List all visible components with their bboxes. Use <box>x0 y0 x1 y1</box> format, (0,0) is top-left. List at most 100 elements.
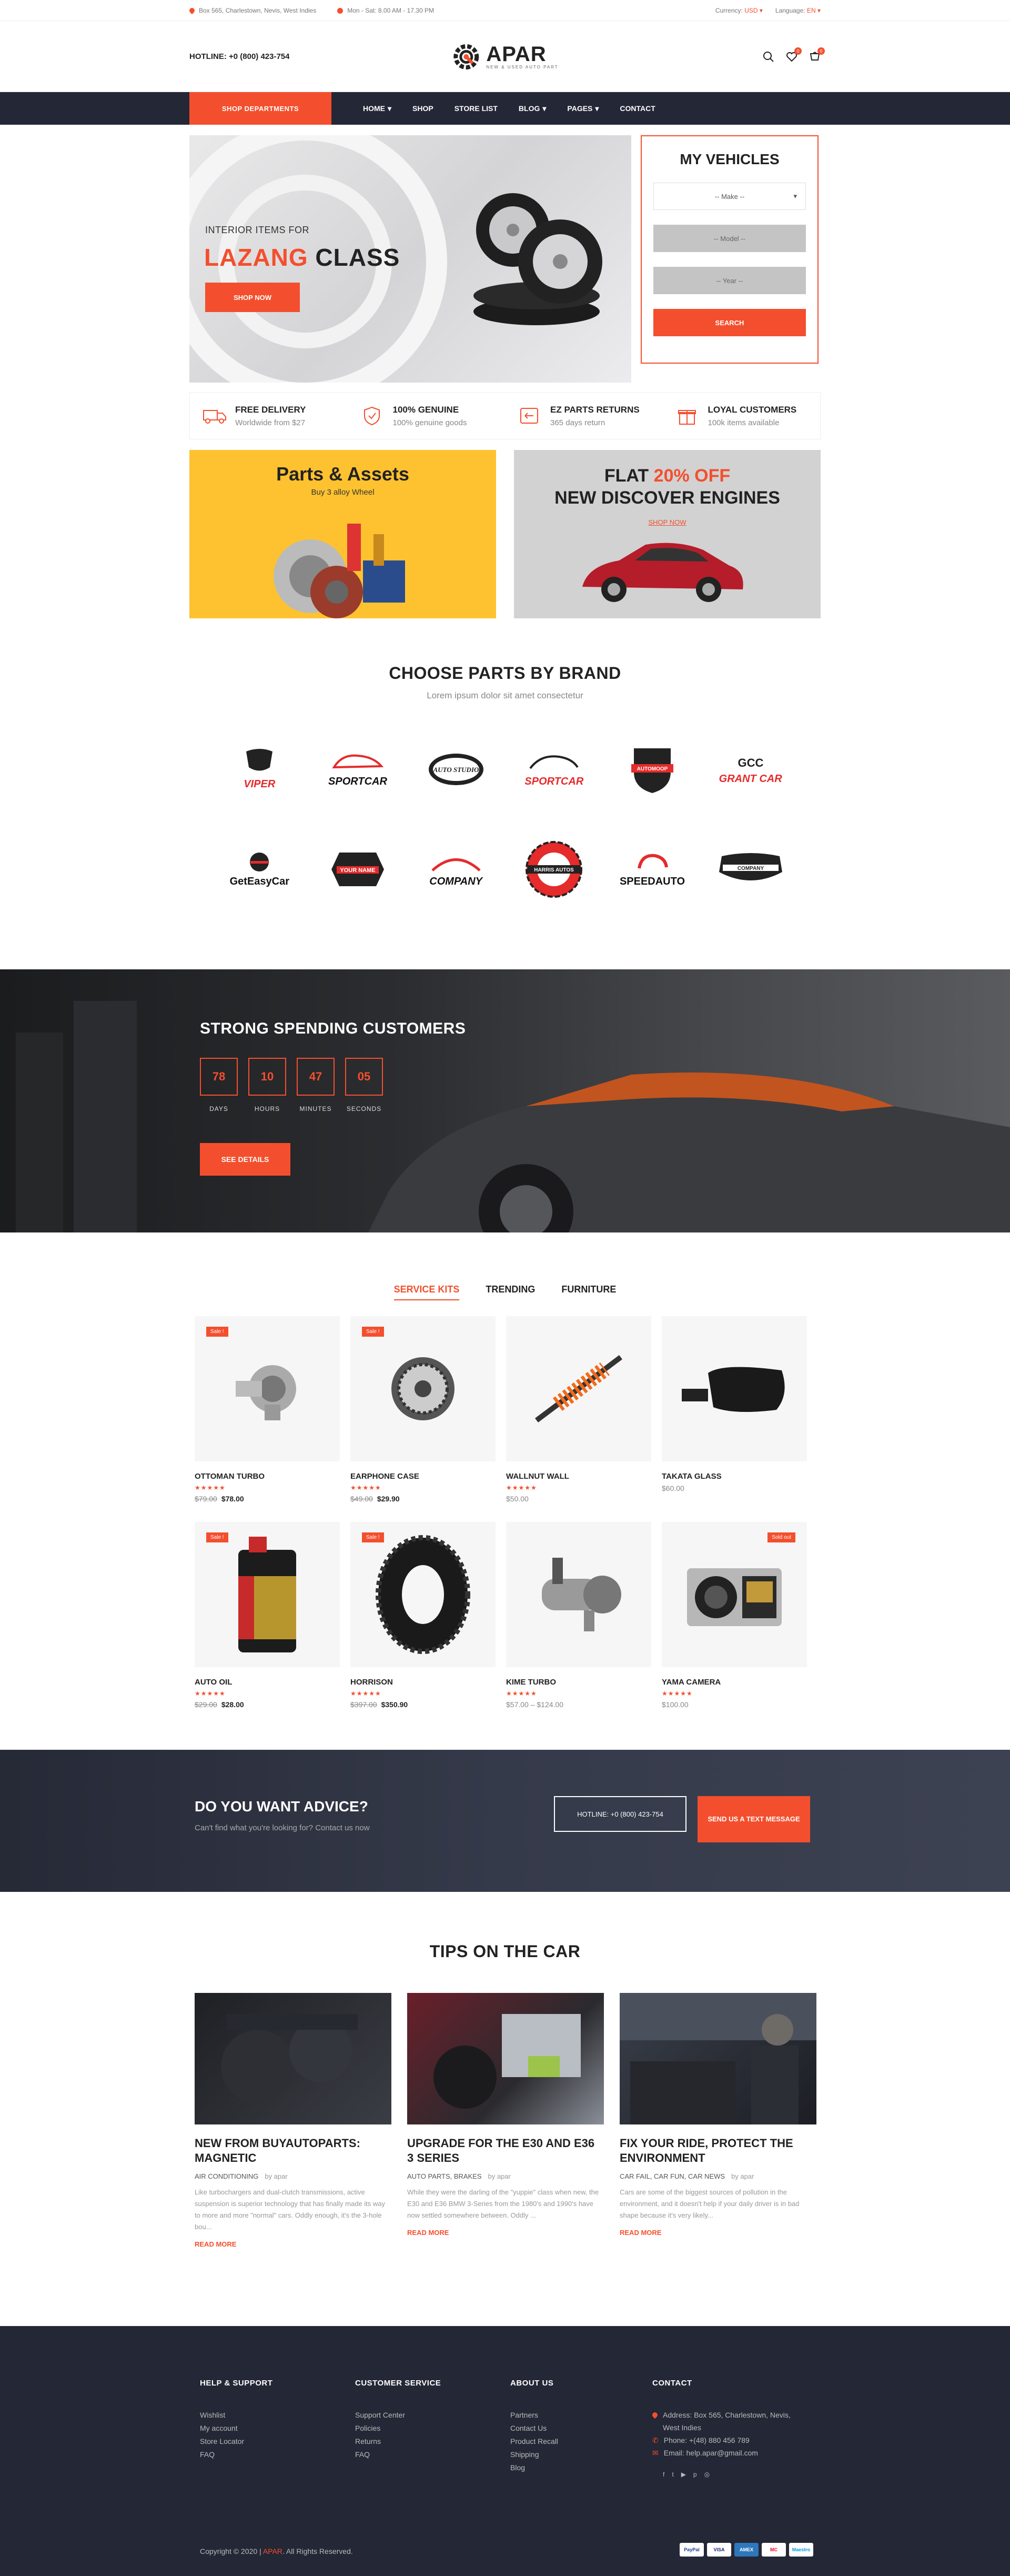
footer-link[interactable]: Blog <box>510 2461 652 2474</box>
footer-link[interactable]: Contact Us <box>510 2422 652 2435</box>
product-image[interactable] <box>506 1522 651 1667</box>
product-image[interactable] <box>662 1316 807 1461</box>
brand-speedauto[interactable]: SPEEDAUTO <box>603 838 702 901</box>
make-select[interactable]: -- Make -- ▾ <box>653 183 806 210</box>
discount-banner[interactable]: FLAT 20% OFF NEW DISCOVER ENGINES SHOP N… <box>514 450 821 618</box>
search-icon[interactable] <box>763 51 774 63</box>
product-image[interactable]: Sale ! <box>195 1522 340 1667</box>
blog-post: NEW FROM BUYAUTOPARTS: MAGNETIC AIR COND… <box>195 1993 391 2248</box>
youtube-icon[interactable]: ▶ <box>681 2471 686 2478</box>
product-name[interactable]: TAKATA GLASS <box>662 1472 807 1481</box>
read-more-link[interactable]: READ MORE <box>195 2240 391 2248</box>
footer-link[interactable]: Wishlist <box>200 2409 355 2422</box>
clock-icon <box>337 7 344 14</box>
brand-your-name[interactable]: YOUR NAME <box>309 838 407 901</box>
nav-home[interactable]: HOME ▾ <box>352 92 402 125</box>
brand-company[interactable]: COMPANY <box>407 838 505 901</box>
brand-harris-autos[interactable]: HARRIS AUTOS <box>505 838 603 901</box>
blog-post-image[interactable] <box>407 1993 604 2124</box>
advice-hotline-button[interactable]: HOTLINE: +0 (800) 423-754 <box>554 1796 686 1832</box>
blog-post-title[interactable]: UPGRADE FOR THE E30 AND E36 3 SERIES <box>407 2136 604 2165</box>
twitter-icon[interactable]: t <box>672 2471 673 2478</box>
currency-selector[interactable]: Currency: USD ▾ <box>715 7 763 14</box>
nav-blog[interactable]: BLOG ▾ <box>508 92 557 125</box>
feature-delivery: FREE DELIVERY Worldwide from $27 <box>190 393 348 439</box>
product-image[interactable]: Sale ! <box>350 1316 496 1461</box>
model-select[interactable]: -- Model -- <box>653 225 806 252</box>
header-hotline[interactable]: HOTLINE: +0 (800) 423-754 <box>189 52 290 61</box>
footer-link[interactable]: My account <box>200 2422 355 2435</box>
brand-company-2[interactable]: COMPANY <box>701 838 800 901</box>
product-name[interactable]: AUTO OIL <box>195 1678 340 1687</box>
nav-contact[interactable]: CONTACT <box>609 92 665 125</box>
year-select[interactable]: -- Year -- <box>653 267 806 294</box>
footer-link[interactable]: FAQ <box>355 2448 510 2461</box>
footer-link[interactable]: Partners <box>510 2409 652 2422</box>
nav-shop[interactable]: SHOP <box>402 92 444 125</box>
product-image[interactable] <box>506 1316 651 1461</box>
footer-link[interactable]: Policies <box>355 2422 510 2435</box>
blog-post-title[interactable]: FIX YOUR RIDE, PROTECT THE ENVIRONMENT <box>620 2136 816 2165</box>
product-card[interactable]: Sold out YAMA CAMERA ★★★★★ $100.00 <box>662 1522 807 1709</box>
product-card[interactable]: WALLNUT WALL ★★★★★ $50.00 <box>506 1316 651 1503</box>
brand-geteasycar[interactable]: GetEasyCar <box>210 838 309 901</box>
product-name[interactable]: OTTOMAN TURBO <box>195 1472 340 1481</box>
brand-auto-studio[interactable]: AUTO STUDIO <box>407 738 505 801</box>
read-more-link[interactable]: READ MORE <box>620 2229 816 2237</box>
product-image[interactable]: Sale ! <box>195 1316 340 1461</box>
pinterest-icon[interactable]: p <box>693 2471 697 2478</box>
product-name[interactable]: YAMA CAMERA <box>662 1678 807 1687</box>
product-card[interactable]: KIME TURBO ★★★★★ $57.00 – $124.00 <box>506 1522 651 1709</box>
product-image[interactable]: Sold out <box>662 1522 807 1667</box>
footer-link[interactable]: Product Recall <box>510 2435 652 2448</box>
wishlist-count: 0 <box>794 47 802 55</box>
footer-link[interactable]: Store Locator <box>200 2435 355 2448</box>
blog-post-title[interactable]: NEW FROM BUYAUTOPARTS: MAGNETIC <box>195 2136 391 2165</box>
side-mirror-image <box>682 1367 785 1412</box>
vehicle-search-button[interactable]: SEARCH <box>653 309 806 336</box>
brand-grant-car[interactable]: GCC GRANT CAR <box>701 738 800 801</box>
read-more-link[interactable]: READ MORE <box>407 2229 604 2237</box>
product-name[interactable]: KIME TURBO <box>506 1678 651 1687</box>
brand-sportcar[interactable]: SPORTCAR <box>309 738 407 801</box>
tab-trending[interactable]: TRENDING <box>486 1284 535 1300</box>
send-message-button[interactable]: SEND US A TEXT MESSAGE <box>698 1796 810 1842</box>
product-card[interactable]: Sale ! HORRISON ★★★★★ $397.00 $350.90 <box>350 1522 496 1709</box>
shop-departments-button[interactable]: SHOP DEPARTMENTS <box>189 92 331 125</box>
product-card[interactable]: Sale ! OTTOMAN TURBO ★★★★★ $79.00 $78.00 <box>195 1316 340 1503</box>
nav-store-list[interactable]: STORE LIST <box>444 92 508 125</box>
site-logo[interactable]: APAR NEW & USED AUTO PART <box>451 42 558 72</box>
wishlist-button[interactable]: 0 <box>786 47 802 63</box>
brand-viper[interactable]: VIPER <box>210 738 309 801</box>
tab-service-kits[interactable]: SERVICE KITS <box>393 1284 460 1300</box>
brand-automoop[interactable]: AUTOMOOP <box>603 738 702 801</box>
instagram-icon[interactable]: ◎ <box>704 2471 710 2478</box>
product-image[interactable]: Sale ! <box>350 1522 496 1667</box>
product-name[interactable]: EARPHONE CASE <box>350 1472 496 1481</box>
footer-help-column: HELP & SUPPORT Wishlist My account Store… <box>200 2379 355 2478</box>
brand-sportcar-2[interactable]: SPORTCAR <box>505 738 603 801</box>
product-card[interactable]: Sale ! AUTO OIL ★★★★★ $29.00 $28.00 <box>195 1522 340 1709</box>
product-card[interactable]: TAKATA GLASS $60.00 <box>662 1316 807 1503</box>
product-name[interactable]: WALLNUT WALL <box>506 1472 651 1481</box>
footer-link[interactable]: Shipping <box>510 2448 652 2461</box>
footer-link[interactable]: Support Center <box>355 2409 510 2422</box>
facebook-icon[interactable]: f <box>663 2471 664 2478</box>
brands-subtitle: Lorem ipsum dolor sit amet consectetur <box>427 690 583 700</box>
blog-post-image[interactable] <box>195 1993 391 2124</box>
blog-post: FIX YOUR RIDE, PROTECT THE ENVIRONMENT C… <box>620 1993 816 2248</box>
tab-furniture[interactable]: FURNITURE <box>561 1284 616 1300</box>
main-nav: SHOP DEPARTMENTS HOME ▾ SHOP STORE LIST B… <box>0 92 1010 125</box>
parts-assets-banner[interactable]: Parts & Assets Buy 3 alloy Wheel <box>189 450 496 618</box>
product-card[interactable]: Sale ! EARPHONE CASE ★★★★★ $49.00 $29.90 <box>350 1316 496 1503</box>
hero-shop-now-button[interactable]: SHOP NOW <box>205 283 300 312</box>
banner-shop-now-link[interactable]: SHOP NOW <box>514 518 821 526</box>
blog-post-image[interactable] <box>620 1993 816 2124</box>
footer-link[interactable]: FAQ <box>200 2448 355 2461</box>
footer-link[interactable]: Returns <box>355 2435 510 2448</box>
see-details-button[interactable]: SEE DETAILS <box>200 1143 290 1176</box>
cart-button[interactable]: 0 <box>809 47 825 63</box>
nav-pages[interactable]: PAGES ▾ <box>557 92 609 125</box>
product-name[interactable]: HORRISON <box>350 1678 496 1687</box>
language-selector[interactable]: Language: EN ▾ <box>775 7 821 14</box>
